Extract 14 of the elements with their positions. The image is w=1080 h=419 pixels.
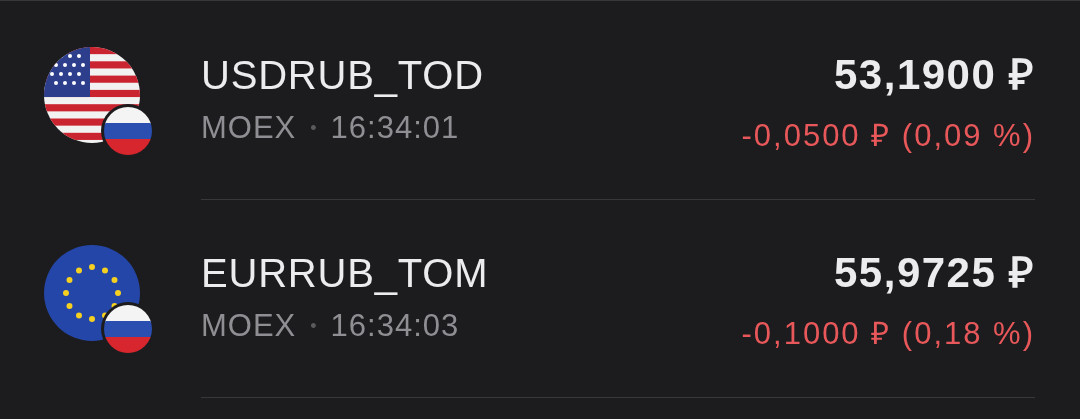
exchange: MOEX (201, 308, 297, 344)
separator-dot: • (310, 117, 317, 139)
quote-time: 16:34:03 (330, 308, 460, 344)
price-change: -0,0500 ₽ (0,09 %) (741, 117, 1035, 155)
quote-time: 16:34:01 (330, 110, 460, 146)
ticker: EURRUB_TOM (201, 251, 490, 296)
flag-badge-icon (101, 104, 155, 158)
price: 53,1900 ₽ (834, 50, 1035, 100)
separator-dot: • (310, 315, 317, 337)
ticker: USDRUB_TOD (201, 53, 485, 98)
exchange: MOEX (201, 110, 297, 146)
flag-badge-icon (101, 302, 155, 356)
price: 55,9725 ₽ (834, 248, 1035, 298)
price-change: -0,1000 ₽ (0,18 %) (741, 315, 1035, 353)
